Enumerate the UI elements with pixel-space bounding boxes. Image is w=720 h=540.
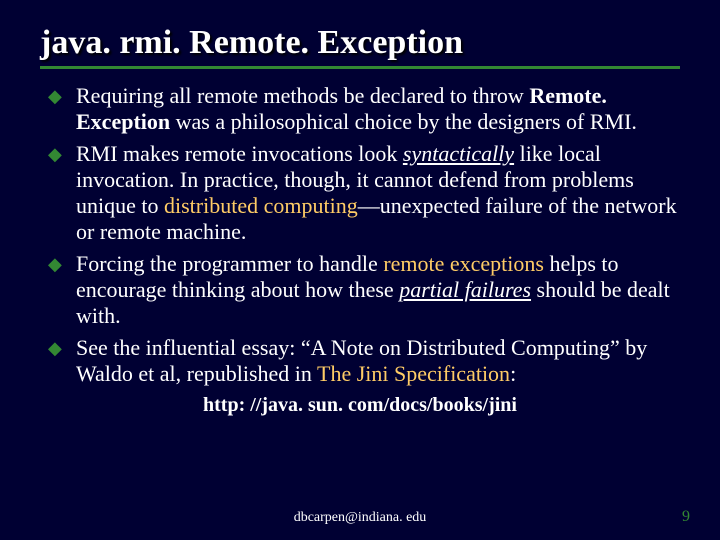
bullet-icon: ◆ (48, 338, 62, 359)
bullet-emph: distributed computing (164, 193, 358, 218)
bullet-text: : (510, 361, 516, 386)
bullet-icon: ◆ (48, 86, 62, 107)
bullet-emph: partial failures (399, 277, 531, 302)
page-title: java. rmi. Remote. Exception (40, 24, 680, 62)
reference-link: http: //java. sun. com/docs/books/jini (40, 394, 680, 417)
bullet-icon: ◆ (48, 144, 62, 165)
bullet-icon: ◆ (48, 254, 62, 275)
list-item: ◆ Forcing the programmer to handle remot… (48, 251, 680, 329)
bullet-list: ◆ Requiring all remote methods be declar… (48, 83, 680, 386)
bullet-text: Forcing the programmer to handle (76, 251, 383, 276)
slide: java. rmi. Remote. Exception ◆ Requiring… (0, 0, 720, 540)
bullet-text: RMI makes remote invocations look (76, 141, 403, 166)
bullet-emph: The Jini Specification (317, 361, 510, 386)
bullet-text: Requiring all remote methods be declared… (76, 83, 529, 108)
bullet-emph: remote exceptions (383, 251, 544, 276)
list-item: ◆ Requiring all remote methods be declar… (48, 83, 680, 135)
footer-email: dbcarpen@indiana. edu (0, 510, 720, 526)
list-item: ◆ See the influential essay: “A Note on … (48, 335, 680, 387)
bullet-emph: syntactically (403, 141, 514, 166)
page-number: 9 (682, 508, 690, 526)
title-rule (40, 66, 680, 69)
list-item: ◆ RMI makes remote invocations look synt… (48, 141, 680, 245)
bullet-text: was a philosophical choice by the design… (170, 109, 637, 134)
